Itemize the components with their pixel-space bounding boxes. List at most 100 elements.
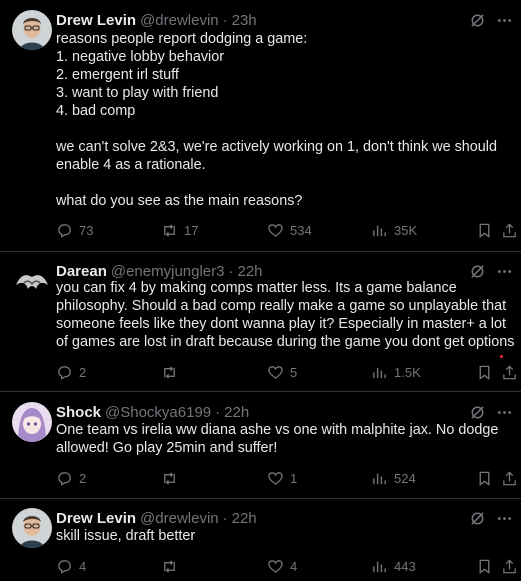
tweet-text: skill issue, draft better: [56, 528, 196, 544]
grok-icon[interactable]: [469, 12, 486, 29]
avatar[interactable]: [12, 508, 52, 548]
handle[interactable]: @drewlevin: [140, 12, 219, 29]
display-name[interactable]: Drew Levin: [56, 12, 136, 29]
person-glasses-icon: [12, 508, 52, 548]
tweet-header: Darean @enemyjungler3 · 22h: [56, 261, 461, 281]
like-count: 4: [290, 558, 298, 574]
more-options-icon[interactable]: [496, 510, 513, 527]
views-button[interactable]: 524: [371, 468, 416, 488]
header-actions: [469, 261, 513, 281]
display-name[interactable]: Drew Levin: [56, 510, 136, 527]
like-count: 534: [290, 222, 312, 238]
repost-button[interactable]: [161, 556, 184, 576]
tweet[interactable]: Drew Levin @drewlevin · 23h reasons peop…: [0, 10, 521, 240]
header-actions: [469, 402, 513, 422]
tweet[interactable]: Drew Levin @drewlevin · 22h skill issue,…: [0, 508, 521, 581]
avatar[interactable]: [12, 402, 52, 442]
reply-count: 4: [79, 558, 87, 574]
like-count: 5: [290, 364, 298, 380]
handle[interactable]: @Shockya6199: [105, 404, 211, 421]
bookmark-button[interactable]: [476, 362, 493, 382]
more-options-icon[interactable]: [496, 263, 513, 280]
separator: ·: [222, 509, 228, 527]
views-count: 443: [394, 558, 416, 574]
share-button[interactable]: [501, 220, 518, 240]
like-button[interactable]: 5: [267, 362, 297, 382]
header-actions: [469, 508, 513, 528]
share-button[interactable]: [501, 362, 518, 382]
tweet-header: Drew Levin @drewlevin · 22h: [56, 508, 461, 528]
more-options-icon[interactable]: [496, 12, 513, 29]
views-chart-icon: [373, 367, 386, 378]
timestamp[interactable]: 22h: [224, 404, 249, 421]
share-button[interactable]: [501, 468, 518, 488]
like-count: 1: [290, 470, 298, 486]
repost-button[interactable]: 17: [161, 220, 198, 240]
heart-icon: [268, 223, 283, 237]
divider: [0, 498, 521, 499]
handle[interactable]: @drewlevin: [140, 510, 219, 527]
avatar[interactable]: [12, 261, 52, 301]
repost-count: 17: [184, 222, 199, 238]
header-actions: [469, 10, 513, 30]
views-button[interactable]: 1.5K: [371, 362, 421, 382]
tweet-header: Drew Levin @drewlevin · 23h: [56, 10, 461, 30]
tweet[interactable]: Darean @enemyjungler3 · 22h you can fix …: [0, 261, 521, 380]
more-options-icon[interactable]: [496, 404, 513, 421]
notification-dot: [500, 355, 503, 358]
grok-icon[interactable]: [469, 404, 486, 421]
bookmark-button[interactable]: [476, 220, 493, 240]
tweet-text: One team vs irelia ww diana ashe vs one …: [56, 422, 499, 456]
views-count: 524: [394, 470, 416, 486]
action-bar: 73 17 534 35K: [56, 220, 521, 240]
display-name[interactable]: Darean: [56, 263, 107, 280]
repost-icon: [164, 471, 175, 485]
timestamp[interactable]: 22h: [232, 510, 257, 527]
like-button[interactable]: 1: [267, 468, 297, 488]
reply-icon: [58, 471, 71, 486]
separator: ·: [215, 403, 221, 421]
reply-button[interactable]: 2: [56, 362, 86, 382]
repost-button[interactable]: [161, 468, 184, 488]
like-button[interactable]: 534: [267, 220, 312, 240]
grok-icon[interactable]: [469, 510, 486, 527]
bookmark-button[interactable]: [476, 468, 493, 488]
reply-icon: [58, 223, 71, 238]
anime-girl-icon: [12, 402, 52, 442]
share-button[interactable]: [501, 556, 518, 576]
reply-button[interactable]: 4: [56, 556, 86, 576]
like-button[interactable]: 4: [267, 556, 297, 576]
timestamp[interactable]: 22h: [237, 263, 262, 280]
views-chart-icon: [373, 473, 386, 484]
handle[interactable]: @enemyjungler3: [111, 263, 225, 280]
action-bar: 2 5 1.5K: [56, 355, 521, 382]
views-button[interactable]: 35K: [371, 220, 417, 240]
bookmark-icon: [479, 223, 490, 238]
tweet-text: reasons people report dodging a game: 1.…: [56, 31, 497, 209]
heart-icon: [268, 471, 283, 485]
tweet-text: you can fix 4 by making comps matter les…: [56, 280, 515, 350]
tweet[interactable]: Shock @Shockya6199 · 22h One team vs ire…: [0, 402, 521, 486]
bookmark-button[interactable]: [476, 556, 493, 576]
reply-count: 2: [79, 470, 87, 486]
reply-button[interactable]: 2: [56, 468, 86, 488]
tweet-header: Shock @Shockya6199 · 22h: [56, 402, 461, 422]
share-icon: [503, 470, 516, 485]
views-button[interactable]: 443: [371, 556, 416, 576]
timestamp[interactable]: 23h: [232, 12, 257, 29]
repost-button[interactable]: [161, 362, 184, 382]
views-count: 1.5K: [394, 364, 421, 380]
grok-icon[interactable]: [469, 263, 486, 280]
timeline: Drew Levin @drewlevin · 23h reasons peop…: [0, 0, 521, 581]
share-icon: [503, 222, 516, 237]
repost-icon: [164, 365, 175, 379]
action-bar: 2 1 524: [56, 468, 521, 488]
reply-icon: [58, 365, 71, 380]
heart-icon: [268, 559, 283, 573]
views-chart-icon: [373, 561, 386, 572]
divider: [0, 251, 521, 252]
display-name[interactable]: Shock: [56, 404, 101, 421]
avatar[interactable]: [12, 10, 52, 50]
reply-button[interactable]: 73: [56, 220, 93, 240]
heart-icon: [268, 365, 283, 379]
